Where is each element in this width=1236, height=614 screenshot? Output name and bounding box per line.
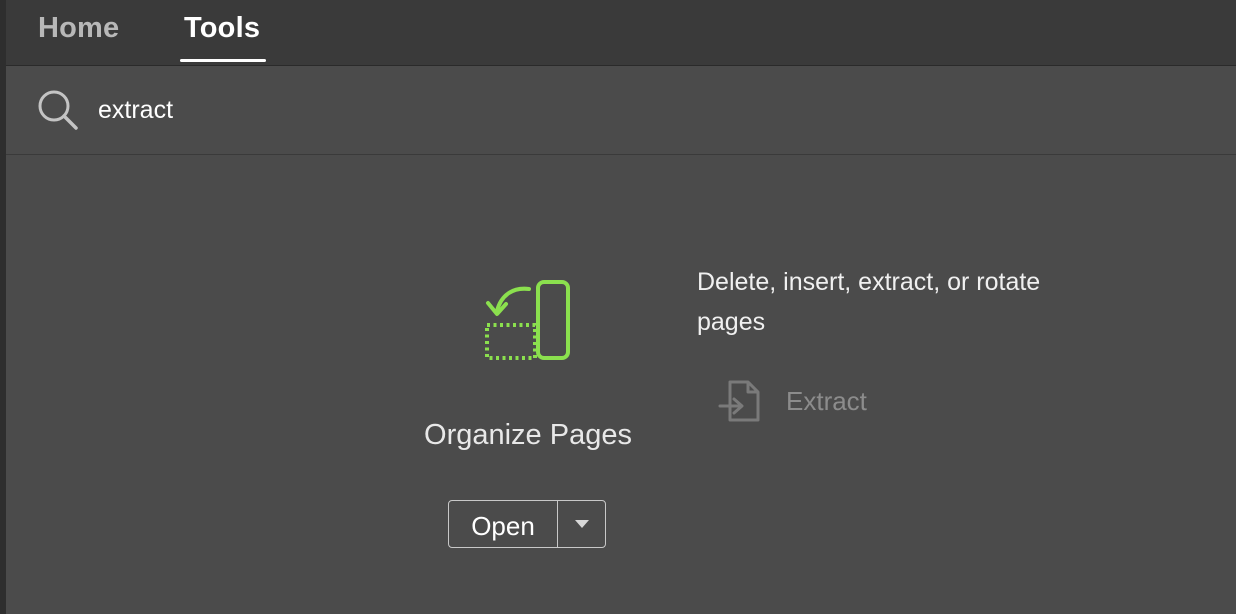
- open-split-button: Open: [448, 500, 606, 548]
- search-input[interactable]: [98, 90, 698, 130]
- caret-down-icon: [574, 520, 589, 528]
- extract-tool-link[interactable]: Extract: [716, 378, 867, 424]
- extract-pages-icon: [718, 380, 760, 422]
- extract-label: Extract: [786, 385, 867, 416]
- tab-home[interactable]: Home: [38, 12, 119, 48]
- app-window: Home Tools Organize Pages Open Delete, i…: [0, 0, 1236, 614]
- tool-description: Delete, insert, extract, or rotate pages: [697, 268, 1041, 336]
- open-button[interactable]: Open: [449, 501, 558, 547]
- top-tab-bar: Home Tools: [6, 0, 1236, 66]
- tools-search-bar: [6, 66, 1236, 155]
- search-icon: [38, 90, 78, 130]
- active-tab-indicator: [180, 59, 266, 62]
- tool-title: Organize Pages: [424, 419, 632, 451]
- tab-tools[interactable]: Tools: [184, 12, 260, 48]
- organize-pages-icon[interactable]: [483, 277, 573, 363]
- open-options-button[interactable]: [558, 501, 605, 547]
